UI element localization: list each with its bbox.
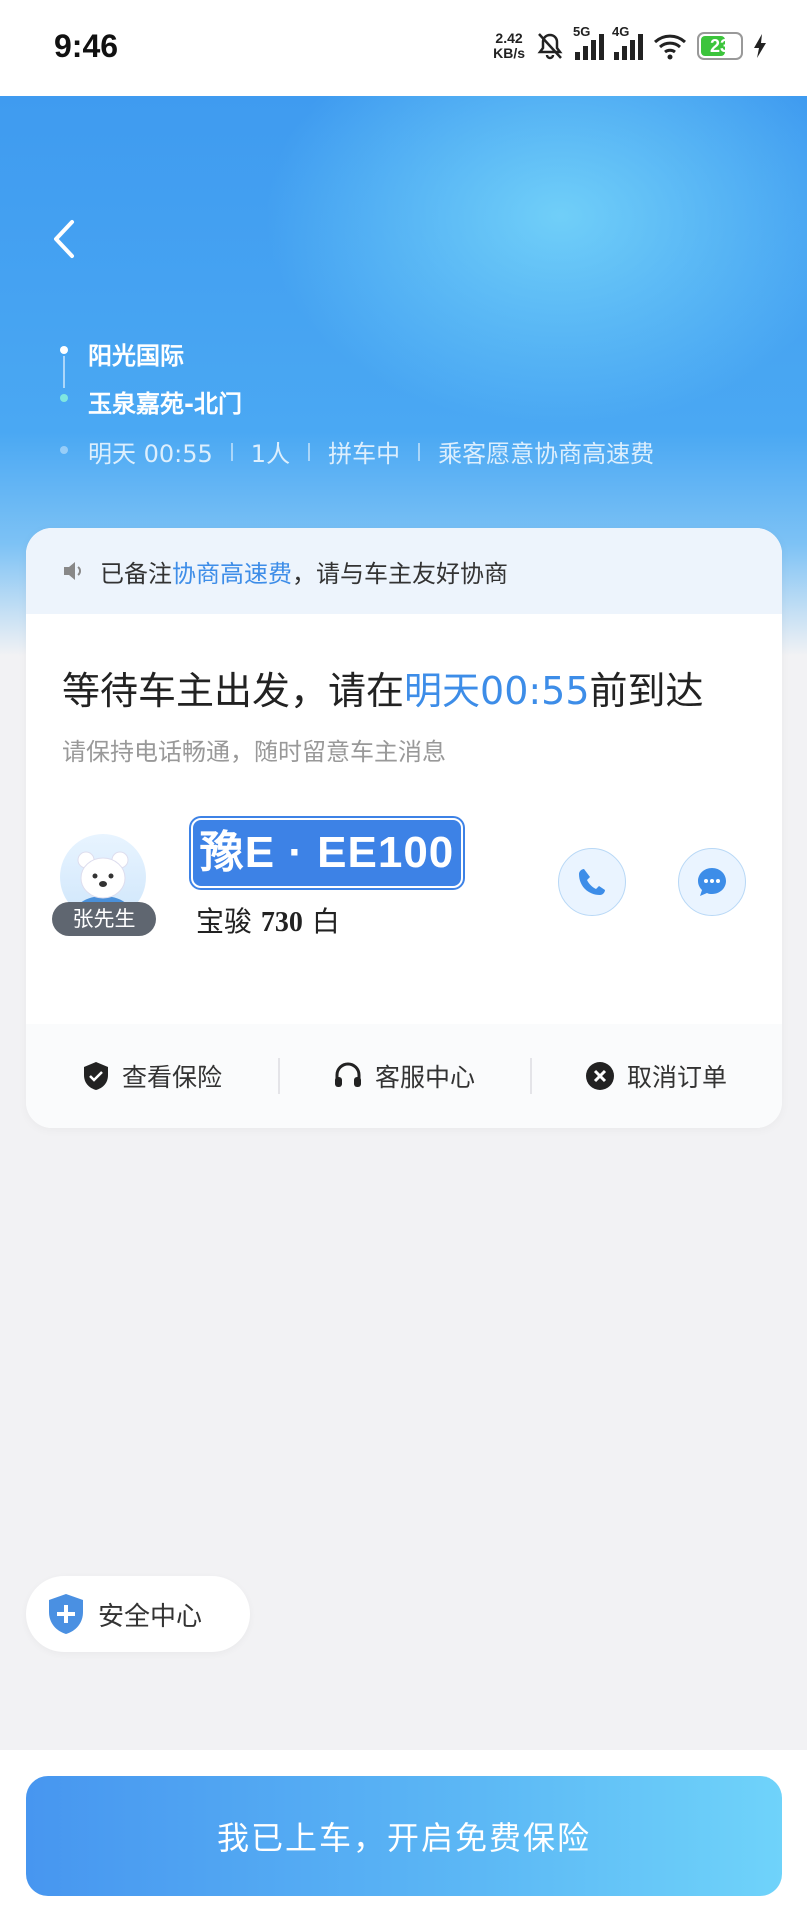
boarded-button[interactable]: 我已上车，开启免费保险	[26, 1776, 782, 1896]
cancel-order-label: 取消订单	[626, 1063, 727, 1092]
depart-time: 明天 00:55	[88, 440, 213, 468]
notice-highlight: 协商高速费	[172, 559, 292, 588]
signal-4g-icon: 4G	[612, 24, 643, 60]
customer-service-button[interactable]: 客服中心	[278, 1058, 530, 1094]
view-insurance-label: 查看保险	[121, 1063, 222, 1092]
sim2-label: 4G	[612, 24, 630, 39]
mute-bell-icon	[537, 33, 563, 60]
notice-prefix: 已备注	[100, 559, 172, 588]
shield-plus-icon	[49, 1594, 83, 1634]
status-subtitle: 请保持电话畅通，随时留意车主消息	[62, 738, 446, 766]
call-driver-button[interactable]	[558, 848, 626, 916]
route-line	[63, 356, 65, 388]
car-model-number: 730	[260, 907, 303, 938]
charging-icon	[754, 34, 766, 58]
status-time: 9:46	[54, 28, 119, 64]
license-plate: 豫E · EE100	[191, 818, 463, 888]
network-speed-value: 2.42	[495, 30, 523, 46]
safety-center-label: 安全中心	[98, 1601, 203, 1632]
end-location: 玉泉嘉苑-北门	[88, 390, 242, 418]
order-actions: 查看保险 客服中心 取消订单	[26, 1024, 782, 1128]
notice-suffix: ，请与车主友好协商	[292, 559, 508, 588]
status-title-suffix: 前到达	[589, 669, 704, 713]
network-speed-unit: KB/s	[493, 45, 525, 61]
customer-service-label: 客服中心	[374, 1063, 475, 1092]
status-title-time: 明天00:55	[404, 669, 590, 713]
sim1-label: 5G	[573, 24, 591, 39]
speaker-icon	[64, 562, 81, 580]
car-color: 白	[311, 905, 340, 938]
trip-meta: 明天 00:55 1人 拼车中 乘客愿意协商高速费	[88, 434, 654, 469]
meta-dot	[60, 446, 68, 454]
back-arrow-icon[interactable]	[44, 214, 84, 264]
notice-bar: 已备注 协商高速费 ，请与车主友好协商	[26, 528, 782, 614]
chat-bubble-icon	[698, 868, 726, 896]
start-location: 阳光国际	[88, 342, 184, 370]
view-insurance-button[interactable]: 查看保险	[26, 1058, 278, 1094]
status-title-prefix: 等待车主出发，请在	[62, 669, 405, 713]
divider	[230, 442, 233, 461]
safety-center-button[interactable]: 安全中心	[26, 1576, 250, 1652]
battery-level: 23	[709, 35, 731, 56]
bottom-bar: 我已上车，开启免费保险	[0, 1750, 807, 1920]
phone-icon	[579, 869, 605, 895]
network-speed: 2.42 KB/s	[493, 31, 525, 61]
passenger-count: 1人	[250, 440, 291, 468]
end-dot	[60, 394, 68, 402]
car-model: 宝骏 730 白	[196, 900, 340, 940]
ride-type: 拼车中	[328, 440, 401, 468]
status-title: 等待车主出发，请在明天00:55前到达	[62, 660, 704, 715]
start-dot	[60, 346, 68, 354]
signal-5g-icon: 5G	[573, 24, 604, 60]
shield-check-icon	[83, 1062, 108, 1090]
headset-icon	[334, 1062, 361, 1087]
divider	[308, 442, 311, 461]
cancel-order-button[interactable]: 取消订单	[530, 1058, 782, 1094]
battery-icon: 23	[697, 32, 743, 60]
car-brand: 宝骏	[196, 905, 253, 938]
message-driver-button[interactable]	[678, 848, 746, 916]
status-icons: 2.42 KB/s 5G 4G 23	[493, 24, 767, 66]
close-circle-icon	[585, 1062, 614, 1090]
divider	[418, 442, 421, 461]
driver-name: 张先生	[52, 902, 156, 936]
passenger-note: 乘客愿意协商高速费	[438, 440, 655, 468]
status-bar: 9:46 2.42 KB/s 5G 4G 23	[0, 0, 807, 96]
order-card: 已备注 协商高速费 ，请与车主友好协商 等待车主出发，请在明天00:55前到达 请保…	[26, 528, 782, 1128]
wifi-icon	[653, 34, 687, 60]
